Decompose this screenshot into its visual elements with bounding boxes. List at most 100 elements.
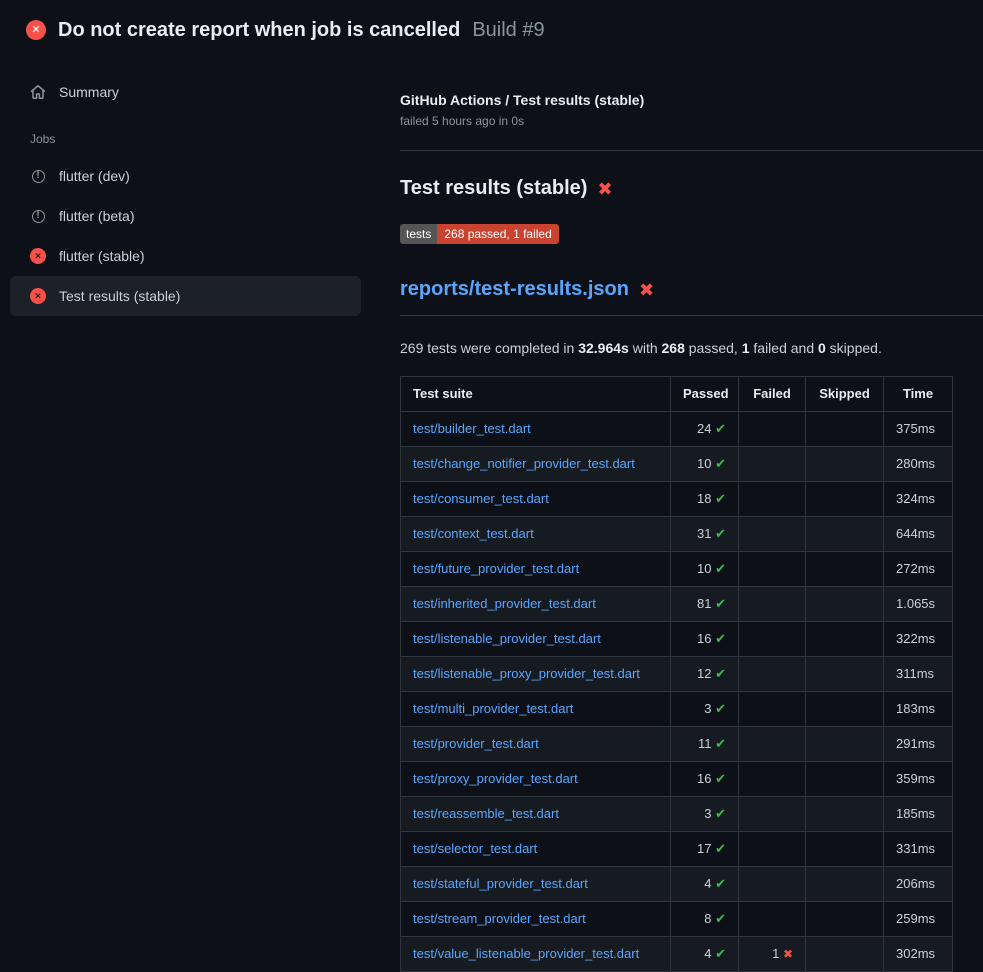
test-suite-link[interactable]: test/multi_provider_test.dart <box>413 701 573 716</box>
sidebar-item-flutter-dev[interactable]: ! flutter (dev) <box>10 156 361 196</box>
failed-cell <box>739 622 806 657</box>
results-table-body: test/builder_test.dart24 ✔375mstest/chan… <box>401 412 953 972</box>
test-suite-link[interactable]: test/stream_provider_test.dart <box>413 911 586 926</box>
test-suite-link[interactable]: test/change_notifier_provider_test.dart <box>413 456 635 471</box>
check-icon: ✔ <box>715 806 726 821</box>
passed-cell: 4 ✔ <box>671 937 739 972</box>
table-row: test/stateful_provider_test.dart4 ✔206ms <box>401 867 953 902</box>
skipped-cell <box>806 447 884 482</box>
skipped-cell <box>806 902 884 937</box>
test-suite-link[interactable]: test/value_listenable_provider_test.dart <box>413 946 639 961</box>
failed-cell <box>739 902 806 937</box>
check-icon: ✔ <box>715 491 726 506</box>
passed-cell: 16 ✔ <box>671 762 739 797</box>
check-icon: ✔ <box>715 841 726 856</box>
table-row: test/selector_test.dart17 ✔331ms <box>401 832 953 867</box>
table-row: test/consumer_test.dart 18 ✔ 324ms <box>401 482 953 517</box>
test-suite-link[interactable]: test/provider_test.dart <box>413 736 539 751</box>
time-cell: 272ms <box>884 552 953 587</box>
time-cell: 302ms <box>884 937 953 972</box>
x-circle-icon: ✕ <box>30 248 46 264</box>
skipped-cell <box>806 412 884 447</box>
failed-cell <box>739 727 806 762</box>
sidebar: Summary Jobs ! flutter (dev) !flutter (bet… <box>0 56 375 316</box>
failed-cell <box>739 412 806 447</box>
passed-cell: 17 ✔ <box>671 832 739 867</box>
time-cell: 311ms <box>884 657 953 692</box>
test-suite-link[interactable]: test/listenable_provider_test.dart <box>413 631 601 646</box>
page-layout: Summary Jobs ! flutter (dev) !flutter (bet… <box>0 56 983 972</box>
passed-cell: 16 ✔ <box>671 622 739 657</box>
x-circle-icon: ✕ <box>26 20 46 40</box>
check-icon: ✔ <box>715 771 726 786</box>
alert-circle-icon: ! <box>32 170 45 183</box>
report-link[interactable]: reports/test-results.json <box>400 278 629 301</box>
table-row: test/future_provider_test.dart10 ✔272ms <box>401 552 953 587</box>
skipped-cell <box>806 797 884 832</box>
passed-cell: 3 ✔ <box>671 692 739 727</box>
sidebar-item-test-results-stable[interactable]: ✕Test results (stable) <box>10 276 361 316</box>
passed-cell: 8 ✔ <box>671 902 739 937</box>
failed-cell <box>739 692 806 727</box>
sidebar-item-flutter-beta[interactable]: !flutter (beta) <box>10 196 361 236</box>
skipped-cell <box>806 937 884 972</box>
home-icon <box>30 84 46 100</box>
col-header-failed: Failed <box>739 377 806 412</box>
failed-cell <box>739 587 806 622</box>
skipped-cell <box>806 692 884 727</box>
job-label: flutter (stable) <box>59 248 145 264</box>
summary-label: Summary <box>59 84 119 100</box>
table-row: test/listenable_proxy_provider_test.dart… <box>401 657 953 692</box>
time-cell: 322ms <box>884 622 953 657</box>
check-icon: ✔ <box>715 701 726 716</box>
test-suite-link[interactable]: test/inherited_provider_test.dart <box>413 596 596 611</box>
results-table: Test suite Passed Failed Skipped Time te… <box>400 376 953 972</box>
check-icon: ✔ <box>715 876 726 891</box>
test-suite-link[interactable]: test/stateful_provider_test.dart <box>413 876 588 891</box>
table-row: test/value_listenable_provider_test.dart… <box>401 937 953 972</box>
table-row: test/stream_provider_test.dart8 ✔259ms <box>401 902 953 937</box>
test-suite-link[interactable]: test/consumer_test.dart <box>413 491 549 506</box>
time-cell: 324ms <box>884 482 953 517</box>
test-suite-link[interactable]: test/listenable_proxy_provider_test.dart <box>413 666 640 681</box>
test-suite-link[interactable]: test/reassemble_test.dart <box>413 806 559 821</box>
x-circle-icon: ✕ <box>30 288 46 304</box>
passed-cell: 11 ✔ <box>671 727 739 762</box>
passed-cell: 31 ✔ <box>671 517 739 552</box>
sidebar-item-flutter-stable[interactable]: ✕ flutter (stable) <box>10 236 361 276</box>
time-cell: 280ms <box>884 447 953 482</box>
check-icon: ✔ <box>715 736 726 751</box>
col-header-time: Time <box>884 377 953 412</box>
check-icon: ✔ <box>715 421 726 436</box>
col-header-passed: Passed <box>671 377 739 412</box>
test-suite-link[interactable]: test/selector_test.dart <box>413 841 537 856</box>
passed-cell: 18 ✔ <box>671 482 739 517</box>
skipped-cell <box>806 762 884 797</box>
failed-cell <box>739 797 806 832</box>
badge-value: 268 passed, 1 failed <box>437 224 558 244</box>
jobs-list: ! flutter (dev) !flutter (beta) ✕ flutter (s… <box>10 156 361 316</box>
breadcrumb: GitHub Actions / Test results (stable) <box>400 92 983 108</box>
build-number: Build #9 <box>472 19 544 42</box>
skipped-cell <box>806 622 884 657</box>
passed-cell: 81 ✔ <box>671 587 739 622</box>
time-cell: 206ms <box>884 867 953 902</box>
failed-cell <box>739 517 806 552</box>
sidebar-item-summary[interactable]: Summary <box>10 76 361 108</box>
test-suite-link[interactable]: test/future_provider_test.dart <box>413 561 579 576</box>
job-label: flutter (dev) <box>59 168 130 184</box>
failed-cell <box>739 482 806 517</box>
check-icon: ✔ <box>715 526 726 541</box>
failed-cell <box>739 832 806 867</box>
badge-label: tests <box>400 224 437 244</box>
run-header: ✕ Do not create report when job is cance… <box>0 0 983 56</box>
table-row: test/reassemble_test.dart3 ✔185ms <box>401 797 953 832</box>
test-suite-link[interactable]: test/context_test.dart <box>413 526 534 541</box>
check-icon: ✔ <box>715 911 726 926</box>
passed-cell: 12 ✔ <box>671 657 739 692</box>
jobs-section-label: Jobs <box>10 108 361 156</box>
test-suite-link[interactable]: test/builder_test.dart <box>413 421 531 436</box>
divider <box>400 150 983 151</box>
table-header-row: Test suite Passed Failed Skipped Time <box>401 377 953 412</box>
test-suite-link[interactable]: test/proxy_provider_test.dart <box>413 771 578 786</box>
